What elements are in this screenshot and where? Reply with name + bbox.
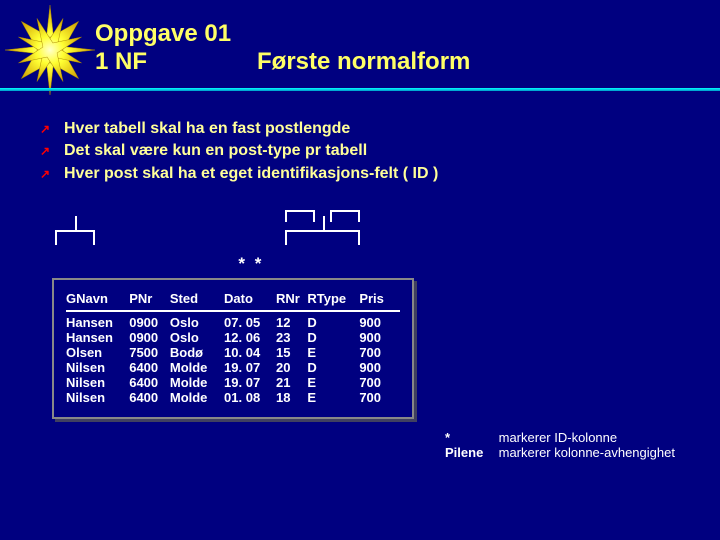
table-cell: Nilsen xyxy=(66,375,129,390)
table-cell: Nilsen xyxy=(66,360,129,375)
table-row: Nilsen6400Molde01. 0818E700 xyxy=(66,390,400,405)
table-cell: 6400 xyxy=(129,360,170,375)
table-cell: 15 xyxy=(276,345,307,360)
table-cell: 0900 xyxy=(129,330,170,345)
table-cell: 07. 05 xyxy=(224,315,276,330)
col-header: Sted xyxy=(170,290,224,311)
col-header: RType xyxy=(307,290,359,311)
title-1nf: 1 NF xyxy=(95,48,147,75)
table-cell: 900 xyxy=(359,360,400,375)
bullet-text: Hver post skal ha et eget identifikasjon… xyxy=(64,163,438,185)
table-cell: 7500 xyxy=(129,345,170,360)
table-cell: 20 xyxy=(276,360,307,375)
arrow-icon: ↗ xyxy=(40,143,54,160)
table-cell: 12. 06 xyxy=(224,330,276,345)
bullet-text: Det skal være kun en post-type pr tabell xyxy=(64,140,367,162)
table-body: Hansen0900Oslo07. 0512D900Hansen0900Oslo… xyxy=(66,315,400,405)
footnote-key: * xyxy=(445,430,495,445)
table-cell: E xyxy=(307,345,359,360)
table-cell: 21 xyxy=(276,375,307,390)
table-cell: D xyxy=(307,315,359,330)
table-row: Nilsen6400Molde19. 0721E700 xyxy=(66,375,400,390)
arrow-icon: ↗ xyxy=(40,121,54,138)
bullet-text: Hver tabell skal ha en fast postlengde xyxy=(64,118,350,140)
table-cell: Nilsen xyxy=(66,390,129,405)
header-underline xyxy=(0,88,720,91)
footnote-text: markerer ID-kolonne xyxy=(499,430,618,445)
table-header-row: GNavn PNr Sted Dato RNr RType Pris xyxy=(66,290,400,311)
table-cell: D xyxy=(307,360,359,375)
bullet-item: ↗ Hver tabell skal ha en fast postlengde xyxy=(40,118,720,140)
table-row: Olsen7500Bodø10. 0415E700 xyxy=(66,345,400,360)
footnote-line: * markerer ID-kolonne xyxy=(445,430,675,445)
title-line2: 1 NF Første normalform xyxy=(95,48,720,76)
table-cell: 23 xyxy=(276,330,307,345)
dependency-arrows xyxy=(55,210,405,250)
col-header: Pris xyxy=(359,290,400,311)
table-cell: 900 xyxy=(359,330,400,345)
footnote-text: markerer kolonne-avhengighet xyxy=(499,445,675,460)
table-cell: Bodø xyxy=(170,345,224,360)
col-header: PNr xyxy=(129,290,170,311)
table-cell: Molde xyxy=(170,390,224,405)
footnote-key: Pilene xyxy=(445,445,495,460)
table-cell: 0900 xyxy=(129,315,170,330)
arrow-icon: ↗ xyxy=(40,166,54,183)
table-cell: Hansen xyxy=(66,330,129,345)
table-cell: E xyxy=(307,390,359,405)
table-cell: 6400 xyxy=(129,375,170,390)
table-cell: Hansen xyxy=(66,315,129,330)
table-cell: 700 xyxy=(359,375,400,390)
table-row: Hansen0900Oslo12. 0623D900 xyxy=(66,330,400,345)
table-cell: Oslo xyxy=(170,330,224,345)
slide-header: Oppgave 01 1 NF Første normalform xyxy=(0,0,720,100)
table-cell: 6400 xyxy=(129,390,170,405)
table-cell: 10. 04 xyxy=(224,345,276,360)
table-cell: 12 xyxy=(276,315,307,330)
table-cell: D xyxy=(307,330,359,345)
col-header: Dato xyxy=(224,290,276,311)
title-normalform: Første normalform xyxy=(257,48,470,75)
table-cell: Molde xyxy=(170,375,224,390)
star-icon xyxy=(5,5,95,95)
asterisk-1: * xyxy=(55,254,250,274)
table-cell: 700 xyxy=(359,390,400,405)
data-table-box: GNavn PNr Sted Dato RNr RType Pris Hanse… xyxy=(52,278,414,419)
table-cell: E xyxy=(307,375,359,390)
table-cell: Molde xyxy=(170,360,224,375)
title-line1: Oppgave 01 xyxy=(95,20,720,48)
data-table: GNavn PNr Sted Dato RNr RType Pris Hanse… xyxy=(66,290,400,405)
footnote-line: Pilene markerer kolonne-avhengighet xyxy=(445,445,675,460)
bullet-item: ↗ Det skal være kun en post-type pr tabe… xyxy=(40,140,720,162)
table-row: Hansen0900Oslo07. 0512D900 xyxy=(66,315,400,330)
table-cell: Olsen xyxy=(66,345,129,360)
col-header: GNavn xyxy=(66,290,129,311)
bullet-item: ↗ Hver post skal ha et eget identifikasj… xyxy=(40,163,720,185)
table-cell: Oslo xyxy=(170,315,224,330)
table-cell: 700 xyxy=(359,345,400,360)
table-cell: 01. 08 xyxy=(224,390,276,405)
asterisk-2: * xyxy=(255,254,303,274)
bullet-list: ↗ Hver tabell skal ha en fast postlengde… xyxy=(0,100,720,185)
table-row: Nilsen6400Molde19. 0720D900 xyxy=(66,360,400,375)
col-header: RNr xyxy=(276,290,307,311)
table-cell: 19. 07 xyxy=(224,375,276,390)
id-markers: * * xyxy=(55,254,720,274)
table-cell: 19. 07 xyxy=(224,360,276,375)
table-cell: 900 xyxy=(359,315,400,330)
footnote: * markerer ID-kolonne Pilene markerer ko… xyxy=(445,430,675,460)
table-cell: 18 xyxy=(276,390,307,405)
